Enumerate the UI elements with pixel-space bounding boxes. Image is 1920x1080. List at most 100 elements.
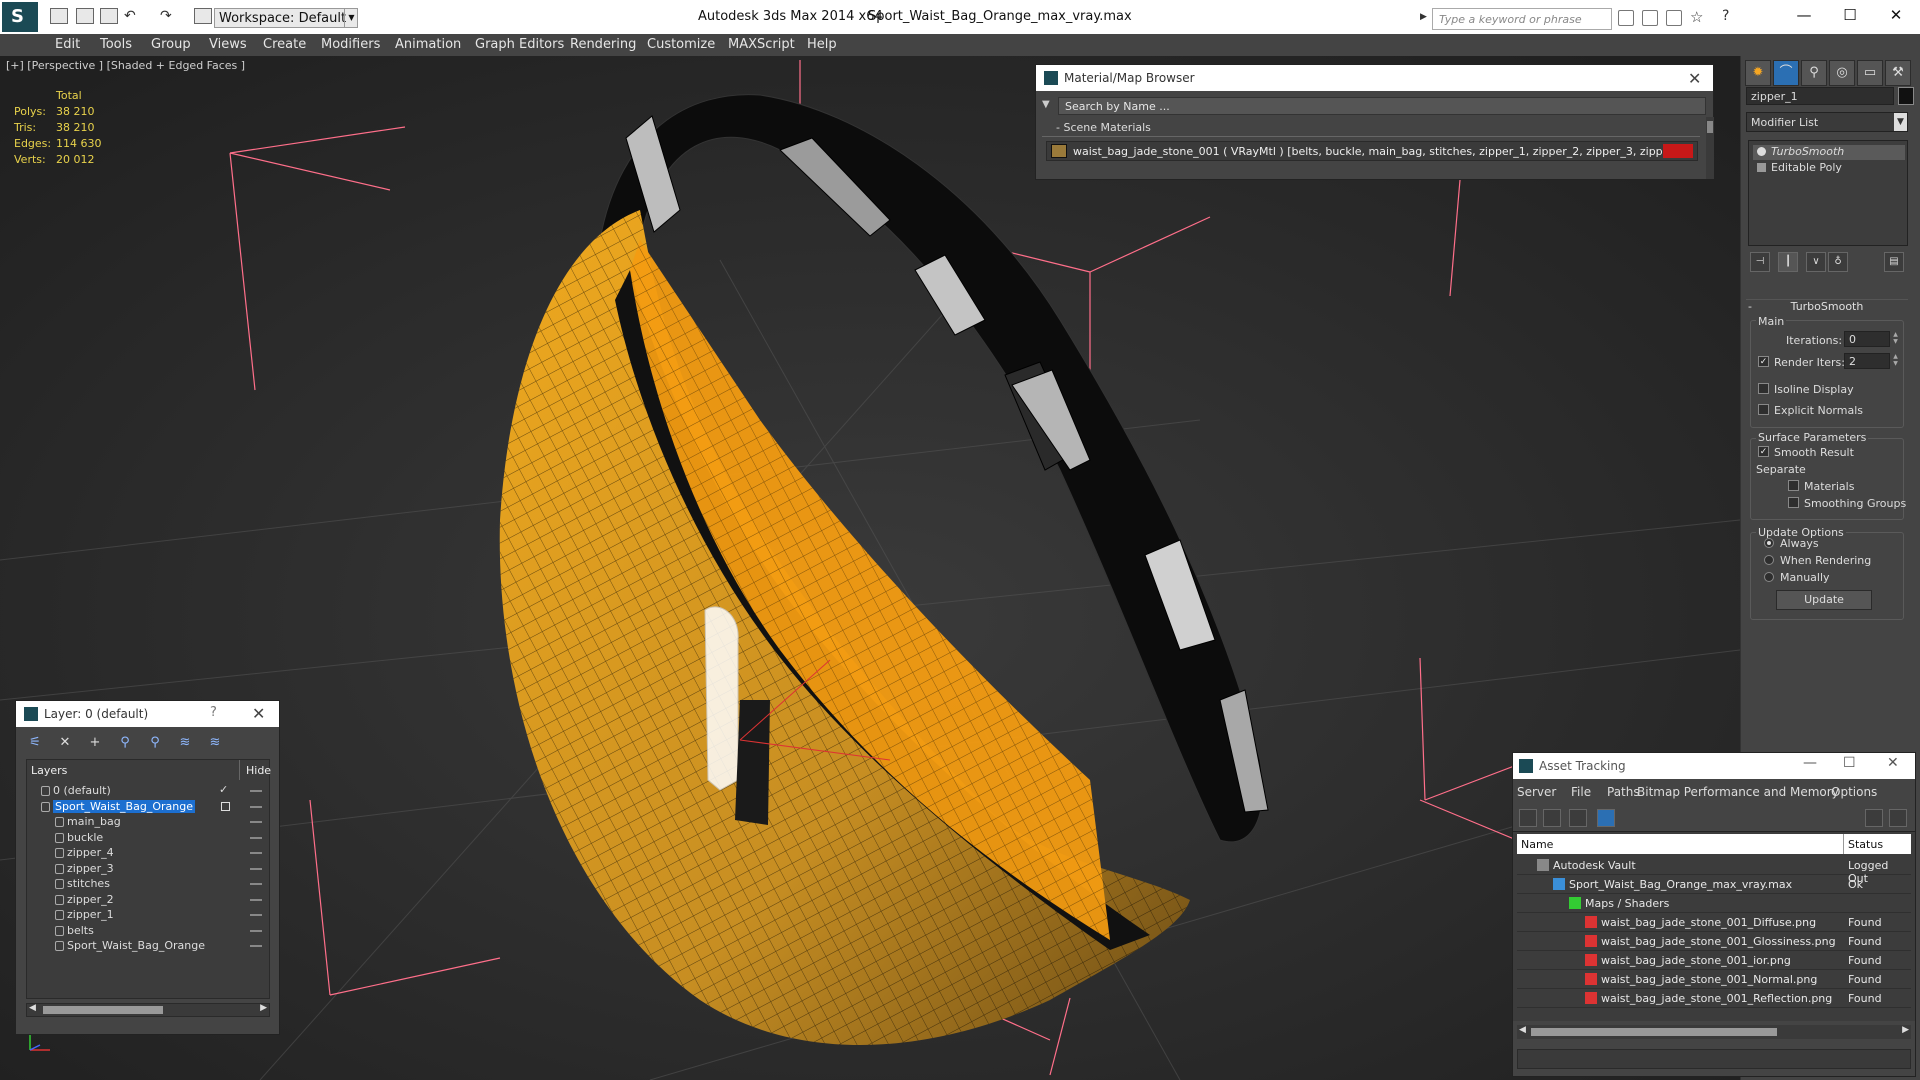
asset-help-icon[interactable]	[1865, 809, 1883, 827]
freeze-all-layers-icon[interactable]: ≋	[206, 735, 224, 753]
asset-menu-file[interactable]: File	[1571, 785, 1591, 799]
menu-help[interactable]: Help	[807, 37, 837, 52]
stack-item-editable-poly[interactable]: Editable Poly	[1753, 161, 1905, 176]
smooth-result-checkbox[interactable]: ✓	[1758, 446, 1769, 457]
scroll-right-icon[interactable]: ▶	[1902, 1025, 1909, 1035]
asset-menu-options[interactable]: Options	[1831, 785, 1877, 799]
menu-create[interactable]: Create	[263, 37, 306, 52]
update-manually-radio[interactable]	[1764, 572, 1774, 582]
asset-row[interactable]: waist_bag_jade_stone_001_Glossiness.png F…	[1517, 932, 1911, 951]
layers-horizontal-scrollbar[interactable]: ◀ ▶	[26, 1003, 270, 1017]
separate-materials-checkbox[interactable]	[1788, 480, 1799, 491]
hide-all-layers-icon[interactable]: ≋	[176, 735, 194, 753]
menu-customize[interactable]: Customize	[647, 37, 715, 52]
motion-tab-icon[interactable]: ◎	[1829, 60, 1855, 86]
refresh-icon[interactable]	[1519, 809, 1537, 827]
asset-close-button[interactable]: ✕	[1887, 755, 1899, 771]
workspace-chevron-down-icon[interactable]: ▼	[344, 8, 358, 28]
asset-row[interactable]: Autodesk Vault Logged Out	[1517, 856, 1911, 885]
hide-toggle[interactable]	[250, 867, 262, 870]
asset-settings-icon[interactable]	[1889, 809, 1907, 827]
hide-toggle[interactable]	[250, 852, 262, 854]
hide-toggle[interactable]	[250, 836, 262, 839]
open-file-icon[interactable]	[76, 8, 94, 24]
hide-toggle[interactable]	[250, 914, 262, 916]
show-end-result-icon[interactable]: ┃	[1778, 252, 1798, 272]
menu-group[interactable]: Group	[151, 37, 191, 52]
delete-layer-icon[interactable]: ✕	[56, 735, 74, 753]
save-file-icon[interactable]	[100, 8, 118, 24]
help-icon[interactable]: ?	[1722, 8, 1729, 24]
make-unique-icon[interactable]: ∨	[1806, 252, 1826, 272]
select-objects-icon[interactable]: ⚲	[116, 735, 134, 753]
stack-item-turbosmooth[interactable]: TurboSmooth	[1753, 145, 1905, 160]
hide-toggle[interactable]	[250, 790, 262, 792]
material-browser-titlebar[interactable]: Material/Map Browser	[1036, 65, 1713, 91]
material-browser-scrollbar[interactable]	[1706, 117, 1714, 179]
table-view-icon[interactable]	[1597, 809, 1615, 827]
asset-menu-bitmap-performance[interactable]: Bitmap Performance and Memory	[1637, 785, 1839, 799]
favorites-star-icon[interactable]: ☆	[1690, 8, 1703, 26]
scene-materials-section[interactable]: - Scene Materials	[1042, 121, 1700, 137]
render-iters-spinner[interactable]: 2	[1844, 353, 1899, 369]
highlight-layer-icon[interactable]: ⚲	[146, 735, 164, 753]
expand-plus-icon[interactable]	[1757, 163, 1766, 172]
viewport-label-menu[interactable]: [+] [Perspective ] [Shaded + Edged Faces…	[6, 59, 245, 72]
create-tab-sun-icon[interactable]: ✹	[1745, 60, 1771, 86]
redo-icon[interactable]: ↷	[160, 8, 172, 24]
remove-modifier-icon[interactable]: ♁	[1828, 252, 1848, 272]
isoline-display-checkbox[interactable]	[1758, 383, 1769, 394]
menu-edit[interactable]: Edit	[55, 37, 80, 52]
hide-column-header[interactable]: Hide	[246, 764, 271, 777]
tree-view-icon[interactable]	[1569, 809, 1587, 827]
explicit-normals-checkbox[interactable]	[1758, 404, 1769, 415]
turbosmooth-rollout-header[interactable]: - TurboSmooth	[1746, 299, 1908, 315]
update-always-radio[interactable]	[1764, 538, 1774, 548]
pin-stack-icon[interactable]: ⊣	[1750, 252, 1770, 272]
material-browser-close-icon[interactable]: ✕	[1688, 69, 1701, 88]
modify-tab-bend-icon[interactable]: ⌒	[1773, 60, 1799, 86]
layer-panel-titlebar[interactable]: Layer: 0 (default)	[16, 701, 279, 727]
asset-row[interactable]: waist_bag_jade_stone_001_Reflection.png F…	[1517, 989, 1911, 1008]
maximize-button[interactable]: ☐	[1830, 6, 1870, 26]
list-view-icon[interactable]	[1543, 809, 1561, 827]
scroll-left-icon[interactable]: ◀	[29, 1003, 36, 1013]
asset-row[interactable]: waist_bag_jade_stone_001_ior.png Found	[1517, 951, 1911, 970]
current-layer-check-icon[interactable]: ✓	[219, 783, 228, 796]
project-folder-icon[interactable]	[194, 8, 212, 24]
asset-maximize-button[interactable]: ☐	[1843, 755, 1856, 771]
status-column-header[interactable]: Status	[1848, 838, 1883, 851]
menu-rendering[interactable]: Rendering	[570, 37, 636, 52]
minimize-button[interactable]: —	[1784, 6, 1824, 26]
material-search-input[interactable]: Search by Name ...	[1058, 97, 1706, 115]
close-button[interactable]: ✕	[1876, 6, 1916, 26]
hide-toggle[interactable]	[250, 929, 262, 932]
lightbulb-icon[interactable]	[1757, 147, 1766, 156]
scene-material-item[interactable]: waist_bag_jade_stone_001 ( VRayMtl ) [be…	[1046, 141, 1698, 161]
scroll-thumb[interactable]	[43, 1006, 163, 1014]
undo-icon[interactable]: ↶	[124, 8, 136, 24]
column-divider[interactable]	[239, 760, 240, 780]
render-iters-checkbox[interactable]: ✓	[1758, 356, 1769, 367]
layers-column-header[interactable]: Layers	[31, 764, 67, 777]
menu-graph-editors[interactable]: Graph Editors	[475, 37, 564, 52]
asset-row[interactable]: Maps / Shaders	[1517, 894, 1911, 913]
asset-row[interactable]: Sport_Waist_Bag_Orange_max_vray.max Ok	[1517, 875, 1911, 894]
asset-minimize-button[interactable]: —	[1803, 755, 1817, 771]
object-color-swatch[interactable]	[1898, 87, 1914, 105]
binoculars-icon[interactable]	[1618, 10, 1634, 26]
update-button[interactable]: Update	[1776, 590, 1872, 610]
asset-horizontal-scrollbar[interactable]: ◀ ▶	[1517, 1025, 1911, 1039]
utilities-tab-hammer-icon[interactable]: ⚒	[1885, 60, 1911, 86]
add-to-layer-icon[interactable]: +	[86, 735, 104, 753]
layer-help-icon[interactable]: ?	[210, 705, 217, 720]
asset-menu-server[interactable]: Server	[1517, 785, 1556, 799]
hide-toggle[interactable]	[250, 805, 262, 808]
object-name-field[interactable]: zipper_1	[1746, 87, 1894, 105]
app-logo-button[interactable]: S	[2, 2, 38, 32]
layer-row[interactable]: Sport_Waist_Bag_Orange	[29, 937, 267, 956]
communication-icon[interactable]	[1666, 10, 1682, 26]
asset-path-field[interactable]	[1517, 1049, 1911, 1069]
add-selection-icon[interactable]	[221, 801, 230, 811]
modifier-list-dropdown[interactable]: Modifier List	[1746, 112, 1908, 132]
